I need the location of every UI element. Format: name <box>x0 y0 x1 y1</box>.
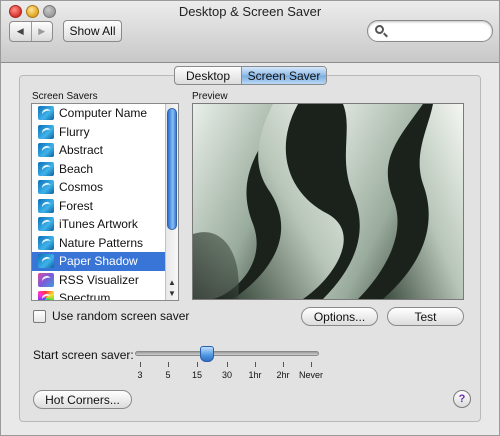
chevron-right-icon[interactable]: ▶ <box>30 22 53 41</box>
help-icon[interactable]: ? <box>453 390 471 408</box>
slider-knob[interactable] <box>200 346 214 362</box>
slider-tick-label: 2hr <box>276 370 290 380</box>
slider-tick <box>140 362 141 367</box>
list-item[interactable]: RSS Visualizer <box>32 271 178 290</box>
preview-heading: Preview <box>192 91 228 102</box>
list-item[interactable]: Flurry <box>32 123 178 142</box>
screen-savers-heading: Screen Savers <box>32 91 98 102</box>
screen-saver-icon <box>38 124 54 139</box>
list-item-label: Spectrum <box>59 291 111 301</box>
search-field[interactable] <box>367 20 493 42</box>
screen-saver-icon <box>38 180 54 195</box>
scroll-down-arrow-icon[interactable]: ▼ <box>168 289 176 299</box>
list-item-label: Abstract <box>59 143 104 158</box>
slider-tick-label: 1hr <box>248 370 262 380</box>
window-title: Desktop & Screen Saver <box>178 4 322 19</box>
scroll-up-arrow-icon[interactable]: ▲ <box>168 278 176 288</box>
screen-saver-preview <box>192 103 464 300</box>
back-forward-control[interactable]: ◀ ▶ <box>9 21 53 42</box>
slider-tick-label: 3 <box>137 370 143 380</box>
list-item[interactable]: Forest <box>32 197 178 216</box>
list-item[interactable]: Beach <box>32 160 178 179</box>
random-screen-saver-checkbox[interactable] <box>33 309 46 323</box>
test-button[interactable]: Test <box>387 307 464 326</box>
screen-saver-icon <box>38 217 54 232</box>
screen-saver-icon <box>38 291 54 300</box>
list-item[interactable]: Spectrum <box>32 289 178 301</box>
slider-tick-label: 30 <box>221 370 233 380</box>
magnifier-icon <box>375 25 384 34</box>
list-item-label: Paper Shadow <box>59 254 138 269</box>
list-item[interactable]: Nature Patterns <box>32 234 178 253</box>
slider-tick <box>311 362 312 367</box>
list-item[interactable]: Cosmos <box>32 178 178 197</box>
list-item-label: Cosmos <box>59 180 104 195</box>
random-screen-saver-option[interactable]: Use random screen saver <box>33 309 189 323</box>
paper-shadow-preview-image <box>193 104 463 299</box>
list-item-selected[interactable]: Paper Shadow <box>32 252 178 271</box>
list-item[interactable]: iTunes Artwork <box>32 215 178 234</box>
list-item-label: iTunes Artwork <box>59 217 138 232</box>
slider-tick-label: Never <box>298 370 324 380</box>
slider-tick <box>283 362 284 367</box>
start-delay-slider[interactable] <box>135 351 319 356</box>
options-button[interactable]: Options... <box>301 307 378 326</box>
list-item-label: Flurry <box>59 124 90 139</box>
screen-saver-icon <box>38 235 54 250</box>
list-item-label: Computer Name <box>59 106 148 121</box>
list-scrollbar[interactable]: ▲ ▼ <box>165 104 178 300</box>
screen-saver-icon <box>38 254 54 269</box>
slider-tick <box>255 362 256 367</box>
screen-saver-icon <box>38 198 54 213</box>
tab-desktop[interactable]: Desktop <box>175 67 241 84</box>
start-screen-saver-label: Start screen saver: <box>33 348 134 362</box>
screen-saver-icon <box>38 106 54 121</box>
chevron-left-icon[interactable]: ◀ <box>10 22 31 41</box>
list-item[interactable]: Computer Name <box>32 104 178 123</box>
slider-tick <box>227 362 228 367</box>
slider-tick <box>168 362 169 367</box>
screen-saver-list[interactable]: Computer Name Flurry Abstract Beach Cosm… <box>31 103 179 301</box>
screen-saver-icon <box>38 143 54 158</box>
list-item-label: Beach <box>59 161 94 176</box>
slider-tick-label: 15 <box>191 370 203 380</box>
list-item-label: RSS Visualizer <box>59 272 139 287</box>
hot-corners-button[interactable]: Hot Corners... <box>33 390 132 409</box>
scrollbar-thumb[interactable] <box>167 108 177 230</box>
preferences-window: Desktop & Screen Saver ◀ ▶ Show All Desk… <box>0 0 500 436</box>
titlebar: Desktop & Screen Saver ◀ ▶ Show All <box>1 1 499 63</box>
list-item[interactable]: Abstract <box>32 141 178 160</box>
random-screen-saver-label: Use random screen saver <box>52 309 190 323</box>
show-all-button[interactable]: Show All <box>63 20 122 42</box>
screen-saver-icon <box>38 161 54 176</box>
tab-bar: Desktop Screen Saver <box>174 66 327 85</box>
slider-tick <box>197 362 198 367</box>
tab-screen-saver[interactable]: Screen Saver <box>241 67 326 84</box>
slider-tick-label: 5 <box>165 370 171 380</box>
screen-saver-icon <box>38 272 54 287</box>
list-item-label: Nature Patterns <box>59 235 144 250</box>
list-item-label: Forest <box>59 198 94 213</box>
